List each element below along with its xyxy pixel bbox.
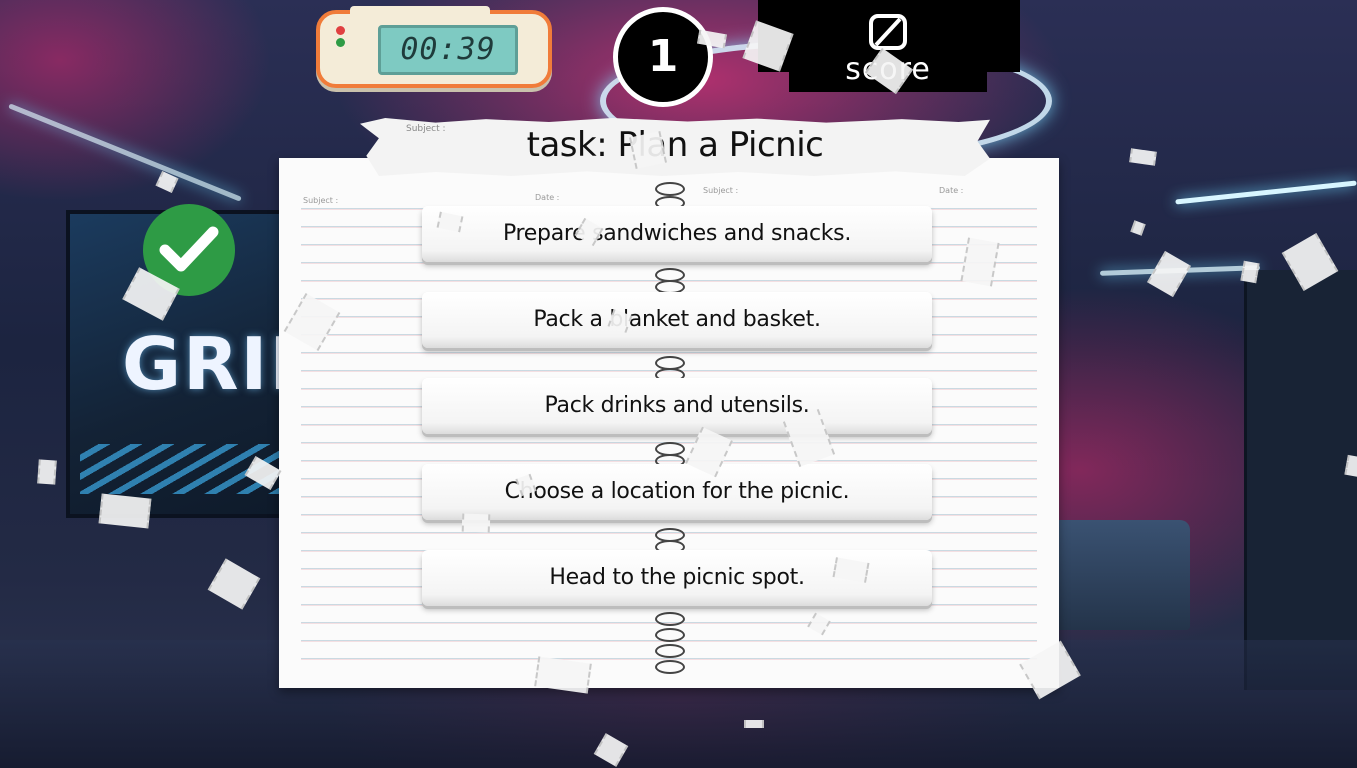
level-indicator: 1	[613, 7, 713, 107]
timer-green-light	[336, 38, 345, 47]
tape-piece	[744, 720, 764, 728]
spiral-ring	[655, 644, 685, 658]
left-page-date: Date :	[535, 193, 560, 202]
tape-piece	[1240, 260, 1260, 284]
step-button-1[interactable]: Prepare sandwiches and snacks.	[422, 206, 932, 262]
step-button-2[interactable]: Pack a blanket and basket.	[422, 292, 932, 348]
timer-value: 00:39	[378, 25, 518, 75]
right-page-subject: Subject :	[703, 186, 739, 195]
tape-piece	[629, 131, 667, 169]
tape-piece	[98, 493, 152, 529]
timer-red-light	[336, 26, 345, 35]
tape-piece	[1344, 454, 1357, 478]
spiral-ring	[655, 628, 685, 642]
timer-top-bar	[350, 6, 490, 14]
wardrobe	[1244, 270, 1357, 690]
right-page-date: Date :	[939, 186, 964, 195]
bed	[1050, 520, 1190, 630]
step-button-3[interactable]: Pack drinks and utensils.	[422, 378, 932, 434]
step-button-4[interactable]: Choose a location for the picnic.	[422, 464, 932, 520]
spiral-ring	[655, 182, 685, 196]
checkmark-glyph	[159, 226, 219, 272]
skip-icon[interactable]	[868, 14, 908, 50]
left-page-subject: Subject :	[303, 196, 339, 205]
tape-piece	[37, 459, 57, 485]
task-title: task: Plan a Picnic	[526, 125, 824, 165]
tape-piece	[461, 513, 491, 533]
countdown-timer: 00:39	[316, 6, 552, 88]
spiral-ring	[655, 660, 685, 674]
spiral-ring	[655, 612, 685, 626]
